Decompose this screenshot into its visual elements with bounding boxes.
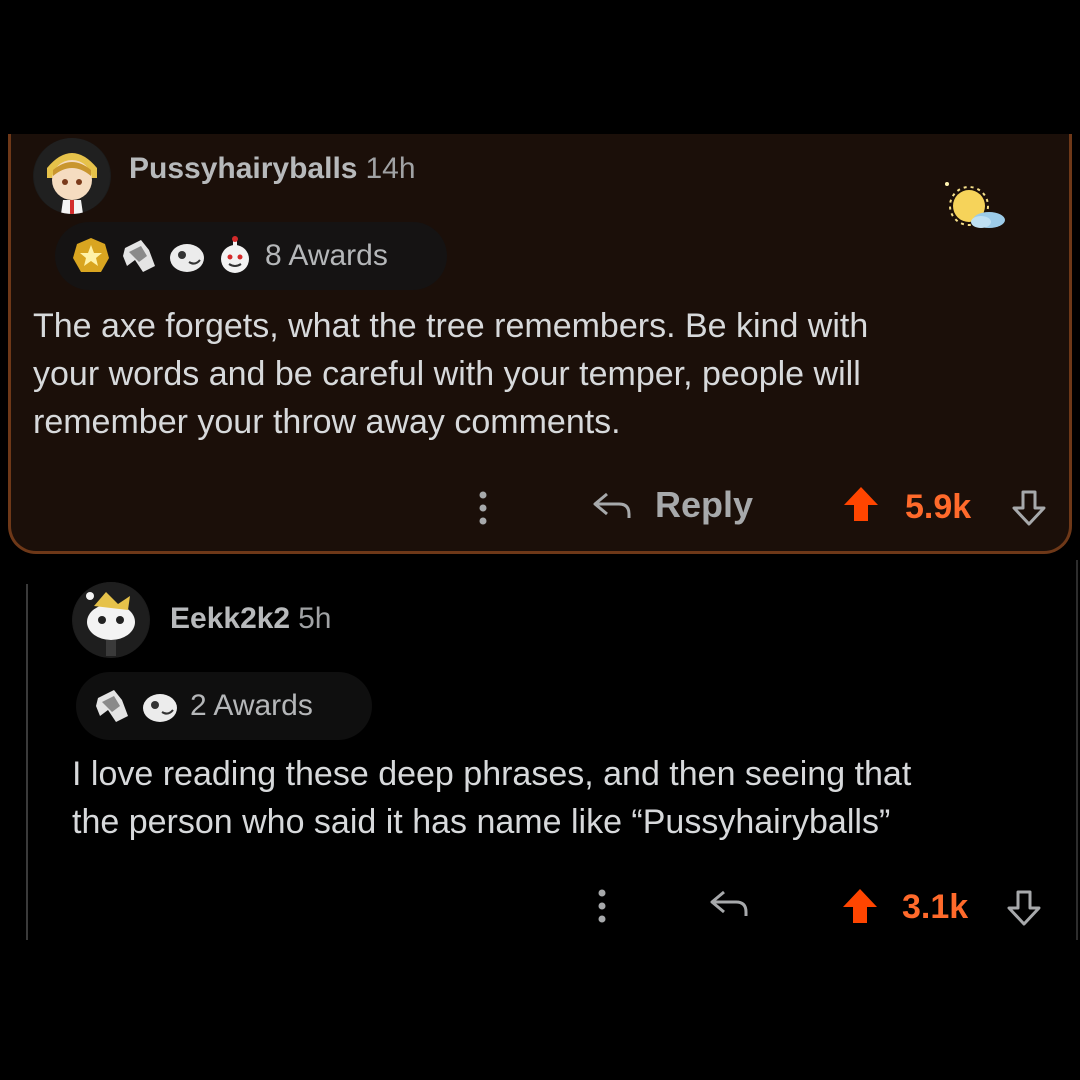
upvote-icon[interactable] [841,484,881,524]
awards-pill[interactable]: 8 Awards [55,222,447,290]
helpful-award-icon [170,244,204,272]
gold-star-award-icon [73,238,109,272]
username[interactable]: Pussyhairyballs [129,152,357,185]
avatar-image [34,138,110,214]
awards-count: 2 Awards [190,689,313,722]
avatar-image [73,582,149,658]
vote-score: 5.9k [905,488,972,526]
more-options-icon[interactable] [477,490,489,526]
reply-button[interactable]: Reply [655,484,753,526]
comment-author[interactable]: Pussyhairyballs 14h [129,152,416,186]
reply-icon[interactable] [591,488,635,524]
awards-pill[interactable]: 2 Awards [76,672,372,740]
more-options-icon[interactable] [596,888,608,924]
avatar[interactable] [33,138,111,214]
comment-timestamp: 14h [365,152,416,185]
downvote-icon[interactable] [1004,888,1044,928]
avatar[interactable] [72,582,150,658]
content-edge [1076,560,1078,940]
wholesome-seal-award-icon [96,690,128,722]
helpful-award-icon [143,694,177,722]
wholesome-award-icon [221,236,249,273]
awards-count: 8 Awards [265,239,388,272]
comment-body: I love reading these deep phrases, and t… [72,755,912,841]
comment-author[interactable]: Eekk2k2 5h [170,602,332,636]
comment-body: The axe forgets, what the tree remembers… [33,307,869,441]
username[interactable]: Eekk2k2 [170,602,290,635]
upvote-icon[interactable] [840,886,880,926]
sun-cloud-icon [945,182,1005,228]
comment-timestamp: 5h [298,602,332,635]
comment-thread: Pussyhairyballs 14h 8 Awards The axe for… [0,0,1080,1080]
downvote-icon[interactable] [1009,488,1049,528]
reply-icon[interactable] [708,886,752,922]
thread-line[interactable] [26,584,28,940]
highlighted-comment: Pussyhairyballs 14h 8 Awards The axe for… [8,134,1072,554]
vote-score: 3.1k [902,888,969,926]
wholesome-seal-award-icon [123,240,155,272]
